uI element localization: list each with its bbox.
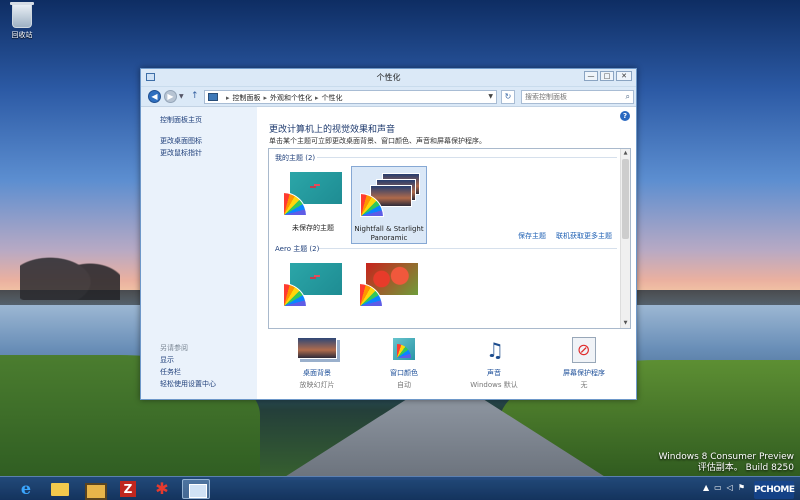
watermark-line2: 评估副本。 Build 8250	[697, 463, 794, 473]
see-also-heading: 另请参阅	[160, 344, 188, 352]
sidebar-link-taskbar[interactable]: 任务栏	[160, 367, 181, 377]
aero-themes-header[interactable]: Aero 主题 (2)	[275, 244, 319, 254]
minimize-button[interactable]: —	[584, 71, 598, 81]
flag-icon[interactable]: ⚑	[738, 483, 745, 492]
desktop-background-value: 放映幻灯片	[299, 381, 335, 389]
back-button[interactable]: ◀	[148, 90, 161, 103]
watermark-line1: Windows 8 Consumer Preview	[658, 452, 794, 462]
theme-label: 未保存的主题	[292, 224, 334, 232]
sidebar-link-control-panel-home[interactable]: 控制面板主页	[160, 115, 202, 125]
page-title: 更改计算机上的视觉效果和声音	[269, 125, 396, 135]
theme-gallery: 我的主题 (2) 未保存的主题 Nightfall & Starlight Pa…	[268, 148, 631, 329]
desktop-icon-recycle-bin[interactable]: 回收站	[4, 2, 40, 40]
get-more-themes-link[interactable]: 联机获取更多主题	[556, 231, 612, 241]
sound-icon: ♫	[486, 338, 504, 362]
left-navigation-pane: 控制面板主页 更改桌面图标 更改鼠标指针 另请参阅 显示 任务栏 轻松使用设置中…	[141, 107, 257, 399]
network-icon[interactable]: ▭	[714, 483, 722, 492]
breadcrumb-separator-icon[interactable]: ▸	[226, 94, 230, 102]
group-divider	[319, 248, 617, 249]
scroll-down-arrow-icon[interactable]: ▼	[621, 319, 630, 328]
silhouette-trees	[20, 240, 120, 300]
taskbar: e ✱ ▲ ▭ ◁ ⚑ PCHOME	[0, 476, 800, 500]
address-dropdown-chevron-icon[interactable]: ▼	[488, 93, 493, 100]
theme-tile-unsaved[interactable]: 未保存的主题	[275, 166, 351, 244]
personalization-window: 个性化 — □ ✕ ◀ ▶ ▼ ↑ ▸控制面板▸外观和个性化▸个性化 ▼ ↻ ⌕…	[140, 68, 637, 400]
screensaver-button[interactable]: 屏幕保护程序 无	[544, 337, 624, 390]
breadcrumb-appearance[interactable]: 外观和个性化	[270, 94, 312, 102]
theme-tile-aero-windows[interactable]	[275, 257, 351, 328]
window-body: 控制面板主页 更改桌面图标 更改鼠标指针 另请参阅 显示 任务栏 轻松使用设置中…	[141, 107, 636, 399]
screensaver-value: 无	[580, 381, 588, 389]
sounds-label: 声音	[487, 369, 501, 377]
screensaver-icon	[544, 337, 624, 365]
group-divider	[317, 157, 617, 158]
media-center-icon[interactable]	[80, 479, 108, 500]
show-hidden-icons-icon[interactable]: ▲	[703, 483, 709, 492]
vertical-scrollbar[interactable]: ▲ ▼	[620, 149, 630, 328]
internet-explorer-icon[interactable]: e	[12, 479, 40, 499]
search-box[interactable]: ⌕	[521, 90, 634, 104]
sounds-value: Windows 默认	[470, 381, 518, 389]
breadcrumb-control-panel[interactable]: 控制面板	[233, 94, 261, 102]
window-color-label: 窗口颜色	[390, 369, 418, 377]
main-content: ? 更改计算机上的视觉效果和声音 单击某个主题可立即更改桌面背景、窗口颜色、声音…	[257, 107, 636, 399]
breadcrumb-personalization[interactable]: 个性化	[322, 94, 343, 102]
theme-tile-nightfall[interactable]: Nightfall & Starlight Panoramic	[351, 166, 427, 244]
pchome-logo: PCHOME	[754, 481, 795, 499]
close-button[interactable]: ✕	[616, 71, 632, 81]
breadcrumb-separator-icon[interactable]: ▸	[315, 94, 319, 102]
theme-components-bar: 桌面背景 放映幻灯片 窗口颜色 自动 ♫ 声音 Windows 默认 屏幕保护程…	[257, 337, 636, 399]
control-panel-taskbar-icon[interactable]	[182, 479, 210, 499]
sidebar-link-display[interactable]: 显示	[160, 355, 174, 365]
theme-label: Nightfall & Starlight Panoramic	[354, 225, 424, 242]
search-input[interactable]	[522, 91, 617, 103]
desktop-background-icon	[277, 337, 357, 365]
desktop-background-label: 桌面背景	[303, 369, 331, 377]
window-title: 个性化	[376, 73, 401, 82]
up-arrow-icon[interactable]: ↑	[191, 91, 199, 101]
red-app-icon[interactable]: ✱	[148, 479, 176, 499]
address-bar: ◀ ▶ ▼ ↑ ▸控制面板▸外观和个性化▸个性化 ▼ ↻ ⌕	[141, 87, 636, 107]
save-theme-link[interactable]: 保存主题	[518, 231, 546, 241]
theme-tile-aero-flowers[interactable]	[351, 257, 427, 328]
refresh-button[interactable]: ↻	[501, 90, 515, 104]
page-description: 单击某个主题可立即更改桌面背景、窗口颜色、声音和屏幕保护程序。	[269, 137, 486, 145]
screensaver-label: 屏幕保护程序	[563, 369, 605, 377]
forward-button[interactable]: ▶	[164, 90, 177, 103]
control-panel-small-icon	[208, 93, 218, 101]
maximize-button[interactable]: □	[600, 71, 614, 81]
os-watermark: Windows 8 Consumer Preview 评估副本。 Build 8…	[659, 452, 794, 474]
window-color-button[interactable]: 窗口颜色 自动	[364, 337, 444, 390]
sidebar-link-mouse-pointers[interactable]: 更改鼠标指针	[160, 148, 202, 158]
window-color-icon	[364, 337, 444, 365]
breadcrumb: ▸ 控制面板 ▸ 外观和个性化 ▸ 个性化	[223, 93, 343, 103]
title-bar[interactable]: 个性化 — □ ✕	[141, 69, 636, 87]
recycle-bin-label: 回收站	[11, 31, 33, 39]
volume-icon[interactable]: ◁	[727, 483, 733, 492]
help-icon[interactable]: ?	[620, 111, 630, 121]
my-themes-header[interactable]: 我的主题 (2)	[275, 153, 315, 163]
file-explorer-icon[interactable]	[46, 479, 74, 499]
filezilla-icon[interactable]	[114, 479, 142, 499]
sounds-button[interactable]: ♫ 声音 Windows 默认	[454, 337, 534, 390]
recycle-bin-icon	[10, 2, 34, 28]
sidebar-link-desktop-icons[interactable]: 更改桌面图标	[160, 136, 202, 146]
window-color-value: 自动	[397, 381, 411, 389]
system-tray: ▲ ▭ ◁ ⚑	[703, 483, 750, 492]
breadcrumb-separator-icon[interactable]: ▸	[264, 94, 268, 102]
desktop-background-button[interactable]: 桌面背景 放映幻灯片	[277, 337, 357, 390]
address-field[interactable]: ▸ 控制面板 ▸ 外观和个性化 ▸ 个性化 ▼	[204, 90, 497, 104]
recent-pages-chevron-icon[interactable]: ▼	[179, 93, 184, 100]
scroll-thumb[interactable]	[622, 159, 629, 239]
search-icon[interactable]: ⌕	[626, 92, 630, 102]
scroll-up-arrow-icon[interactable]: ▲	[621, 149, 630, 158]
sidebar-link-ease-of-access[interactable]: 轻松使用设置中心	[160, 379, 216, 389]
